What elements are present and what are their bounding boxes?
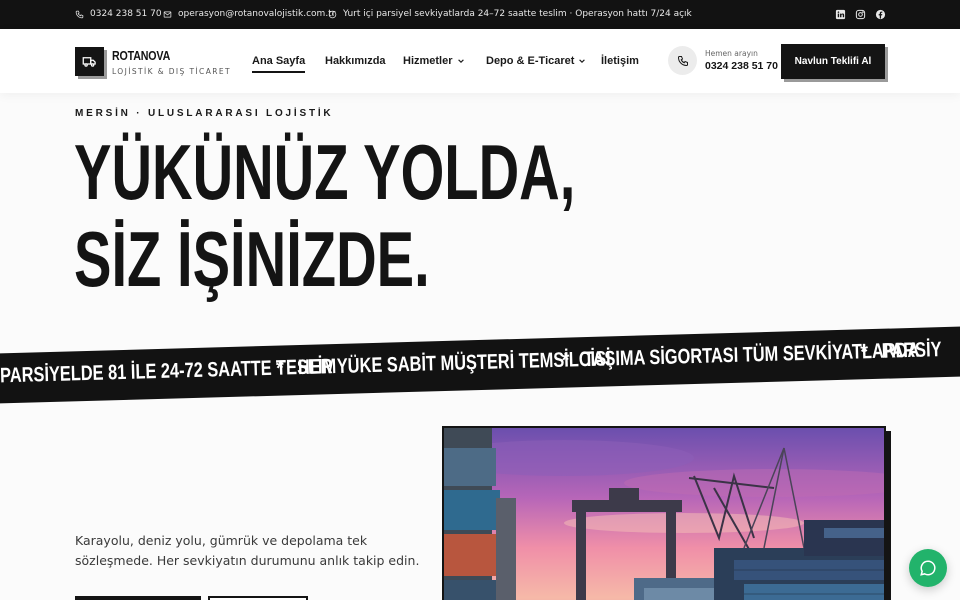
nav-contact[interactable]: İletişim (601, 55, 639, 67)
topbar-email-link[interactable]: operasyon@rotanovalojistik.com.tr (163, 9, 335, 19)
nav-about[interactable]: Hakkımızda (325, 55, 386, 67)
primary-button[interactable] (75, 596, 201, 600)
freight-quote-button[interactable]: Navlun Teklifi Al (781, 44, 885, 79)
chevron-down-icon (579, 59, 586, 63)
nav-warehouse-label: Depo & E-Ticaret (486, 55, 575, 67)
call-button[interactable] (668, 46, 697, 75)
facebook-icon[interactable] (875, 9, 886, 20)
topbar-phone-link[interactable]: 0324 238 51 70 (75, 9, 162, 19)
phone-icon (677, 55, 688, 66)
phone-icon (75, 10, 84, 18)
topbar-notice-text: Yurt içi parsiyel sevkiyatlarda 24–72 sa… (343, 9, 692, 19)
hero-eyebrow: MERSİN · ULUSLARARASI LOJİSTİK (75, 108, 334, 119)
main-header: ROTANOVA LOJİSTİK & DIŞ TİCARET Ana Sayf… (0, 29, 960, 93)
hero-headline-line-2: SİZ İŞİNİZDE. (74, 215, 430, 303)
topbar-email-text: operasyon@rotanovalojistik.com.tr (178, 9, 336, 19)
chat-bubble-icon (920, 560, 936, 576)
top-bar: 0324 238 51 70 operasyon@rotanovalojisti… (0, 0, 960, 29)
linkedin-icon[interactable] (835, 9, 846, 20)
truck-icon (82, 57, 96, 67)
chevron-down-icon (457, 59, 464, 63)
nav-contact-label: İletişim (601, 55, 639, 67)
logo-name[interactable]: ROTANOVA (112, 48, 170, 63)
call-label: Hemen arayın (705, 49, 758, 58)
topbar-notice: Yurt içi parsiyel sevkiyatlarda 24–72 sa… (328, 9, 692, 19)
nav-about-label: Hakkımızda (325, 55, 386, 67)
nav-warehouse[interactable]: Depo & E-Ticaret (486, 55, 586, 67)
intro-description: Karayolu, deniz yolu, gümrük ve depolama… (75, 533, 420, 568)
mail-icon (163, 11, 172, 17)
clock-icon (328, 10, 337, 18)
topbar-phone-text: 0324 238 51 70 (90, 9, 162, 19)
hero-port-photo (442, 426, 886, 600)
secondary-button[interactable] (208, 596, 308, 600)
logo-mark[interactable] (75, 47, 104, 76)
marquee-item: HER YÜKE SABİT MÜŞTERİ TEMSİLCİSİ (297, 347, 611, 380)
marquee-item: TAŞIMA SİGORTASI TÜM SEVKİYATLARDA (583, 338, 920, 372)
marquee-item: PARSİYELDE 81 İLE 24-72 SAATTE TESLİM (0, 355, 337, 388)
nav-home[interactable]: Ana Sayfa (252, 55, 306, 73)
freight-quote-label: Navlun Teklifi Al (794, 56, 872, 67)
port-container-image (444, 428, 884, 600)
instagram-icon[interactable] (855, 9, 866, 20)
logo-tagline: LOJİSTİK & DIŞ TİCARET (112, 67, 231, 76)
hero-headline-line-1: YÜKÜNÜZ YOLDA, (74, 128, 576, 216)
marquee-strip: PARSİYELDE 81 İLE 24-72 SAATTE TESLİM * … (0, 326, 960, 404)
chat-button[interactable] (909, 549, 947, 587)
nav-home-label: Ana Sayfa (252, 55, 306, 67)
nav-services-label: Hizmetler (403, 55, 453, 67)
nav-services[interactable]: Hizmetler (403, 55, 465, 67)
call-number[interactable]: 0324 238 51 70 (705, 60, 778, 72)
marquee-item: PARSİY (881, 338, 943, 363)
